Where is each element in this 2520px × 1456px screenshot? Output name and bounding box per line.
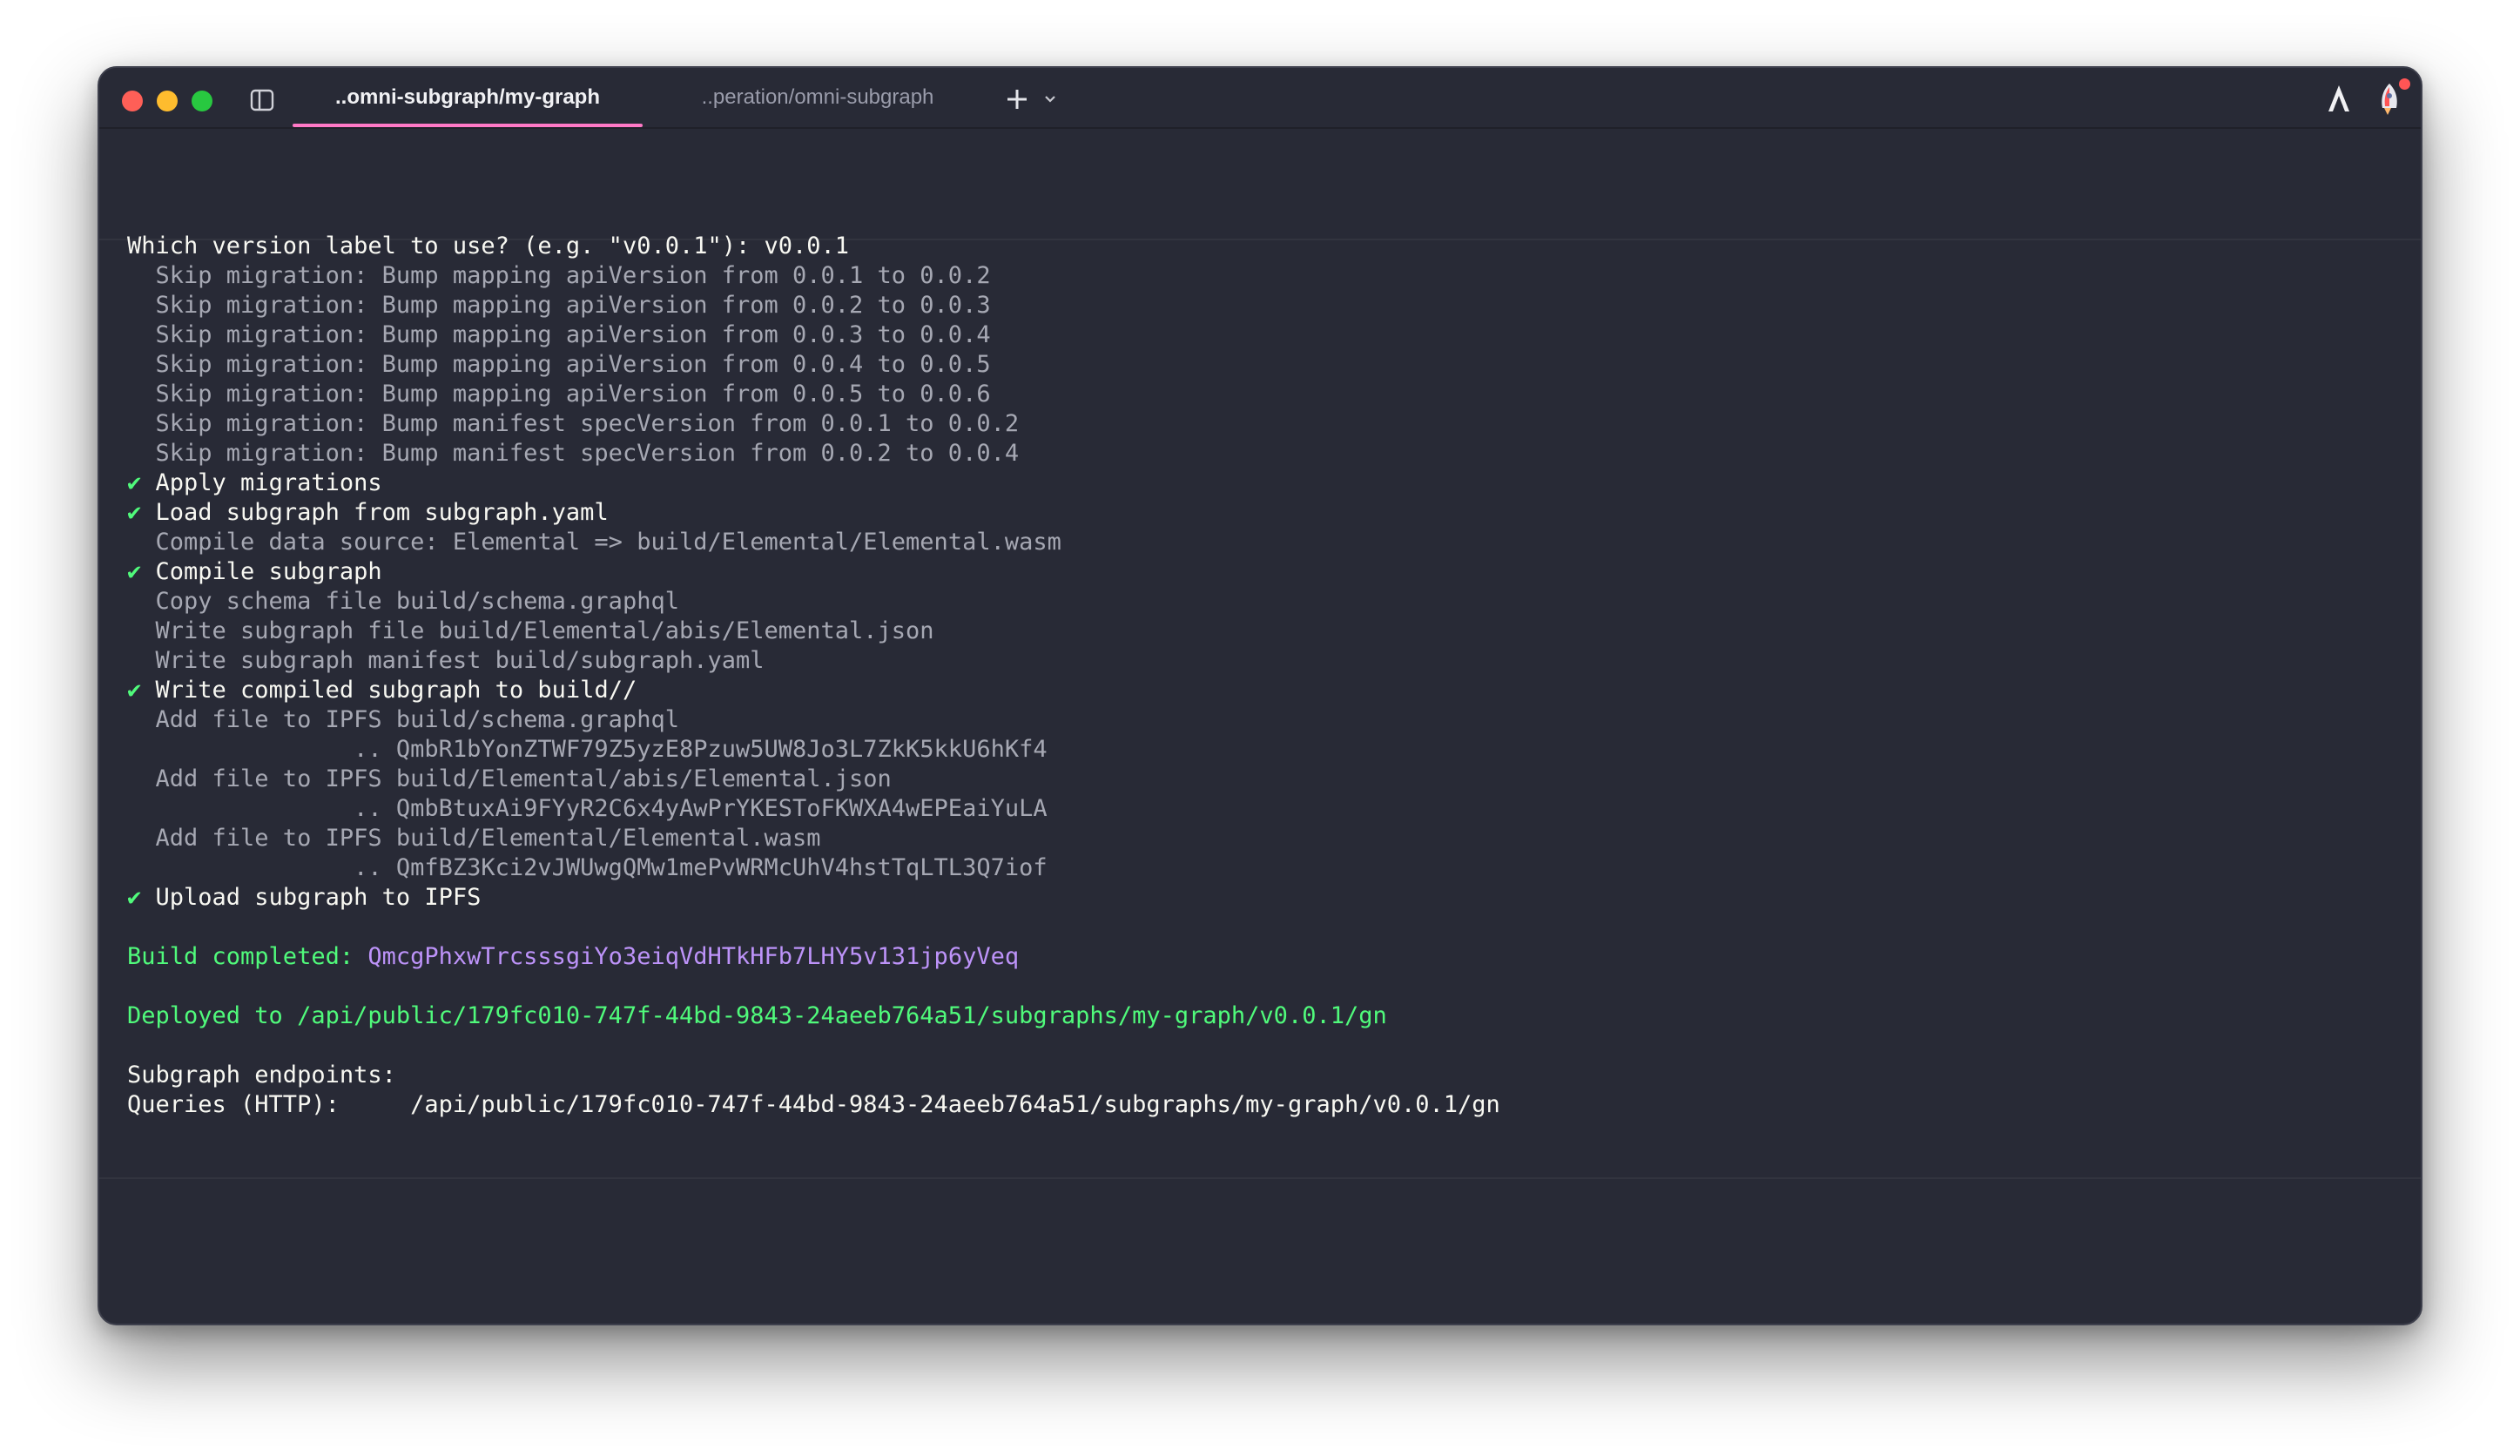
terminal-line: Skip migration: Bump mapping apiVersion … [127,261,2403,291]
terminal-line: Subgraph endpoints: [127,1061,2403,1090]
terminal-line: Skip migration: Bump manifest specVersio… [127,409,2403,439]
terminal-line-text: Skip migration: Bump manifest specVersio… [127,410,1020,437]
terminal-line: Skip migration: Bump manifest specVersio… [127,439,2403,468]
terminal-line-text: Subgraph endpoints: [127,1062,396,1089]
title-bar: ..omni-subgraph/my-graph ..peration/omni… [99,68,2421,129]
terminal-line: .. QmbBtuxAi9FYyR2C6x4yAwPrYKESToFKWXA4w… [127,794,2403,824]
checkmark-icon: ✔ [127,558,142,585]
terminal-line-text: Deployed to /api/public/179fc010-747f-44… [127,1002,1387,1029]
terminal-window: ..omni-subgraph/my-graph ..peration/omni… [98,66,2422,1325]
terminal-line: .. QmbR1bYonZTWF79Z5yzE8Pzuw5UW8Jo3L7ZkK… [127,735,2403,765]
terminal-line-text: Copy schema file build/schema.graphql [127,588,679,615]
terminal-line: Add file to IPFS build/schema.graphql [127,705,2403,735]
terminal-output[interactable]: Which version label to use? (e.g. "v0.0.… [127,232,2403,1120]
terminal-line-text: .. QmbR1bYonZTWF79Z5yzE8Pzuw5UW8Jo3L7ZkK… [127,736,1048,763]
terminal-line-text: Compile subgraph [141,558,382,585]
terminal-line: ✔ Upload subgraph to IPFS [127,883,2403,913]
checkmark-icon: ✔ [127,469,142,496]
terminal-line: ✔ Apply migrations [127,468,2403,498]
terminal-line-text: Skip migration: Bump manifest specVersio… [127,440,1020,467]
terminal-line: Compile data source: Elemental => build/… [127,528,2403,557]
terminal-line: Write subgraph manifest build/subgraph.y… [127,646,2403,676]
terminal-line-text: Add file to IPFS build/Elemental/Element… [127,825,821,852]
pane-divider-bottom [99,1177,2421,1179]
terminal-line: Skip migration: Bump mapping apiVersion … [127,380,2403,409]
checkmark-icon: ✔ [127,499,142,526]
terminal-line-text: Write compiled subgraph to build// [141,677,637,704]
terminal-line-text: Write subgraph file build/Elemental/abis… [127,617,934,644]
rocket-icon[interactable] [2372,78,2410,118]
terminal-line-text: Write subgraph manifest build/subgraph.y… [127,647,765,674]
terminal-line-text: Add file to IPFS build/Elemental/abis/El… [127,765,892,792]
tab-omni-subgraph[interactable]: ..peration/omni-subgraph [643,68,993,127]
terminal-line-text: Compile data source: Elemental => build/… [127,529,1061,556]
close-window-button[interactable] [122,91,143,111]
tab-label: ..peration/omni-subgraph [701,85,934,109]
terminal-line-text: Apply migrations [141,469,382,496]
terminal-line-text: Upload subgraph to IPFS [141,884,482,911]
terminal-line: ✔ Compile subgraph [127,557,2403,587]
terminal-line-text: Load subgraph from subgraph.yaml [141,499,609,526]
chevron-down-icon[interactable] [1040,89,1061,110]
terminal-line: Copy schema file build/schema.graphql [127,587,2403,617]
terminal-line: Skip migration: Bump mapping apiVersion … [127,291,2403,320]
terminal-line-text: Skip migration: Bump mapping apiVersion … [127,292,991,319]
terminal-line: Build completed: QmcgPhxwTrcsssgiYo3eiqV… [127,942,2403,972]
terminal-line: ✔ Load subgraph from subgraph.yaml [127,498,2403,528]
terminal-line: Write subgraph file build/Elemental/abis… [127,617,2403,646]
terminal-line-text: Skip migration: Bump mapping apiVersion … [127,351,991,378]
checkmark-icon: ✔ [127,884,142,911]
terminal-line: .. QmfBZ3Kci2vJWUwgQMw1mePvWRMcUhV4hstTq… [127,853,2403,883]
terminal-line-text: .. QmfBZ3Kci2vJWUwgQMw1mePvWRMcUhV4hstTq… [127,854,1048,881]
active-tab-indicator [293,124,643,127]
terminal-line-text: Skip migration: Bump mapping apiVersion … [127,262,991,289]
terminal-line: Skip migration: Bump mapping apiVersion … [127,320,2403,350]
terminal-line: Deployed to /api/public/179fc010-747f-44… [127,1001,2403,1031]
checkmark-icon: ✔ [127,677,142,704]
terminal-line-text: Add file to IPFS build/schema.graphql [127,706,679,733]
minimize-window-button[interactable] [157,91,178,111]
plus-icon [1007,90,1027,109]
maximize-window-button[interactable] [192,91,212,111]
terminal-line-text: Skip migration: Bump mapping apiVersion … [127,381,991,408]
terminal-line: Skip migration: Bump mapping apiVersion … [127,350,2403,380]
terminal-line: ✔ Write compiled subgraph to build// [127,676,2403,705]
tab-label: ..omni-subgraph/my-graph [334,85,600,109]
tab-my-graph[interactable]: ..omni-subgraph/my-graph [293,68,643,127]
build-hash[interactable]: QmcgPhxwTrcsssgiYo3eiqVdHTkHFb7LHY5v131j… [367,943,1019,970]
terminal-line-text: Queries (HTTP): /api/public/179fc010-747… [127,1091,1500,1118]
build-completed-label: Build completed: [127,943,368,970]
sidebar-toggle-icon[interactable] [249,87,275,113]
terminal-line-text: Skip migration: Bump mapping apiVersion … [127,321,991,348]
terminal-line-text: .. QmbBtuxAi9FYyR2C6x4yAwPrYKESToFKWXA4w… [127,795,1048,822]
terminal-line: Add file to IPFS build/Elemental/Element… [127,824,2403,853]
terminal-line: Add file to IPFS build/Elemental/abis/El… [127,765,2403,794]
a-logo-icon[interactable] [2323,82,2355,117]
terminal-line-text: Which version label to use? (e.g. "v0.0.… [127,233,850,260]
notification-dot [2399,78,2410,90]
new-tab-button[interactable] [1001,84,1033,115]
terminal-line: Which version label to use? (e.g. "v0.0.… [127,232,2403,261]
terminal-line: Queries (HTTP): /api/public/179fc010-747… [127,1090,2403,1120]
